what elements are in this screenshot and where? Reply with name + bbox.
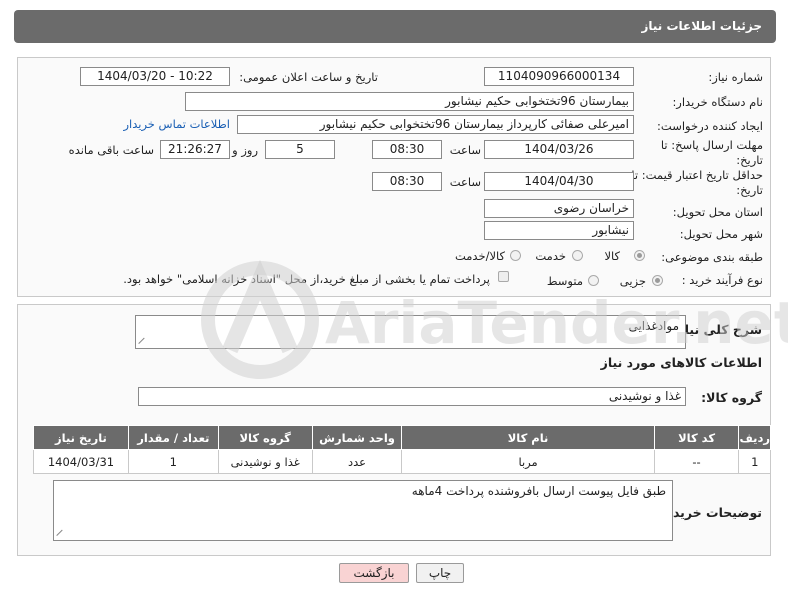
resize-handle[interactable] xyxy=(57,528,65,536)
city-label: شهر محل تحویل: xyxy=(679,227,763,241)
purchase-option-medium: متوسط xyxy=(546,274,583,288)
purchase-radio-minor[interactable] xyxy=(652,275,663,286)
col-goods-name: نام کالا xyxy=(401,425,655,450)
resize-handle[interactable] xyxy=(139,336,147,344)
cell-row-number: 1 xyxy=(738,449,771,474)
remaining-time-field: 21:26:27 xyxy=(160,140,230,159)
treasury-payment-note: پرداخت تمام یا بخشی از مبلغ خرید،از محل … xyxy=(123,272,490,286)
treasury-payment-checkbox[interactable] xyxy=(498,271,509,282)
deadline-time-field: 08:30 xyxy=(372,140,442,159)
cell-unit: عدد xyxy=(311,449,403,474)
deadline-label: مهلت ارسال پاسخ: تا تاریخ: xyxy=(660,138,763,167)
province-field: خراسان رضوی xyxy=(484,199,634,218)
goods-info-title: اطلاعات کالاهای مورد نیاز xyxy=(600,355,762,370)
table-row: 1 -- مربا عدد غذا و نوشیدنی 1 1404/03/31 xyxy=(33,449,771,474)
announce-datetime-field: 1404/03/20 - 10:22 xyxy=(80,67,230,86)
category-option-service: خدمت xyxy=(535,249,566,263)
page-header: جزئیات اطلاعات نیاز xyxy=(14,10,776,43)
buyer-notes-textarea[interactable]: طبق فایل پیوست ارسال بافروشنده پرداخت 4م… xyxy=(53,480,673,541)
category-radio-goods[interactable] xyxy=(634,250,645,261)
page-title: جزئیات اطلاعات نیاز xyxy=(641,19,762,33)
col-need-date: تاریخ نیاز xyxy=(33,425,129,450)
need-number-field: 1104090966000134 xyxy=(484,67,634,86)
days-remaining-field: 5 xyxy=(265,140,335,159)
price-validity-time-label: ساعت xyxy=(449,175,481,189)
price-validity-label: حداقل تاریخ اعتبار قیمت: تا تاریخ: xyxy=(631,168,763,197)
requester-field: امیرعلی صفائی کارپرداز بیمارستان 96تختخو… xyxy=(237,115,634,134)
col-row-number: ردیف xyxy=(738,425,771,450)
buyer-org-label: نام دستگاه خریدار: xyxy=(672,95,763,109)
category-option-goods: کالا xyxy=(604,249,620,263)
col-goods-code: کد کالا xyxy=(653,425,740,450)
need-number-label: شماره نیاز: xyxy=(708,70,763,84)
category-radio-goods-service[interactable] xyxy=(510,250,521,261)
col-quantity: تعداد / مقدار xyxy=(127,425,219,450)
category-label: طبقه بندی موضوعی: xyxy=(661,250,763,264)
price-validity-date-field: 1404/04/30 xyxy=(484,172,634,191)
category-radio-service[interactable] xyxy=(572,250,583,261)
cell-goods-group: غذا و نوشیدنی xyxy=(217,449,313,474)
city-field: نیشابور xyxy=(484,221,634,240)
col-goods-group: گروه کالا xyxy=(217,425,313,450)
province-label: استان محل تحویل: xyxy=(672,205,763,219)
goods-table: ردیف کد کالا نام کالا واحد شمارش گروه کا… xyxy=(33,425,771,474)
goods-group-field: غذا و نوشیدنی xyxy=(138,387,686,406)
col-unit: واحد شمارش xyxy=(311,425,403,450)
buyer-contact-link[interactable]: اطلاعات تماس خریدار xyxy=(123,117,230,131)
cell-quantity: 1 xyxy=(127,449,219,474)
deadline-time-label: ساعت xyxy=(449,143,481,157)
purchase-radio-medium[interactable] xyxy=(588,275,599,286)
table-header-row: ردیف کد کالا نام کالا واحد شمارش گروه کا… xyxy=(33,425,771,450)
deadline-date-field: 1404/03/26 xyxy=(484,140,634,159)
price-validity-time-field: 08:30 xyxy=(372,172,442,191)
purchase-option-minor: جزیی xyxy=(619,274,646,288)
print-button[interactable]: چاپ xyxy=(416,563,464,583)
goods-group-label: گروه کالا: xyxy=(701,390,762,405)
back-button[interactable]: بازگشت xyxy=(339,563,409,583)
buyer-org-field: بیمارستان 96تختخوابی حکیم نیشابور xyxy=(185,92,634,111)
cell-goods-code: -- xyxy=(653,449,740,474)
cell-goods-name: مربا xyxy=(401,449,655,474)
remaining-label: ساعت باقی مانده xyxy=(68,143,154,157)
general-desc-textarea[interactable]: موادغذایی xyxy=(135,315,686,349)
requester-label: ایجاد کننده درخواست: xyxy=(657,119,763,133)
purchase-type-label: نوع فرآیند خرید : xyxy=(681,273,763,287)
announce-label: تاریخ و ساعت اعلان عمومی: xyxy=(239,70,378,84)
days-label: روز و xyxy=(232,143,258,157)
category-option-goods-service: کالا/خدمت xyxy=(454,249,505,263)
buyer-notes-text: طبق فایل پیوست ارسال بافروشنده پرداخت 4م… xyxy=(411,484,666,498)
general-desc-text: موادغذایی xyxy=(628,319,679,333)
cell-need-date: 1404/03/31 xyxy=(33,449,129,474)
